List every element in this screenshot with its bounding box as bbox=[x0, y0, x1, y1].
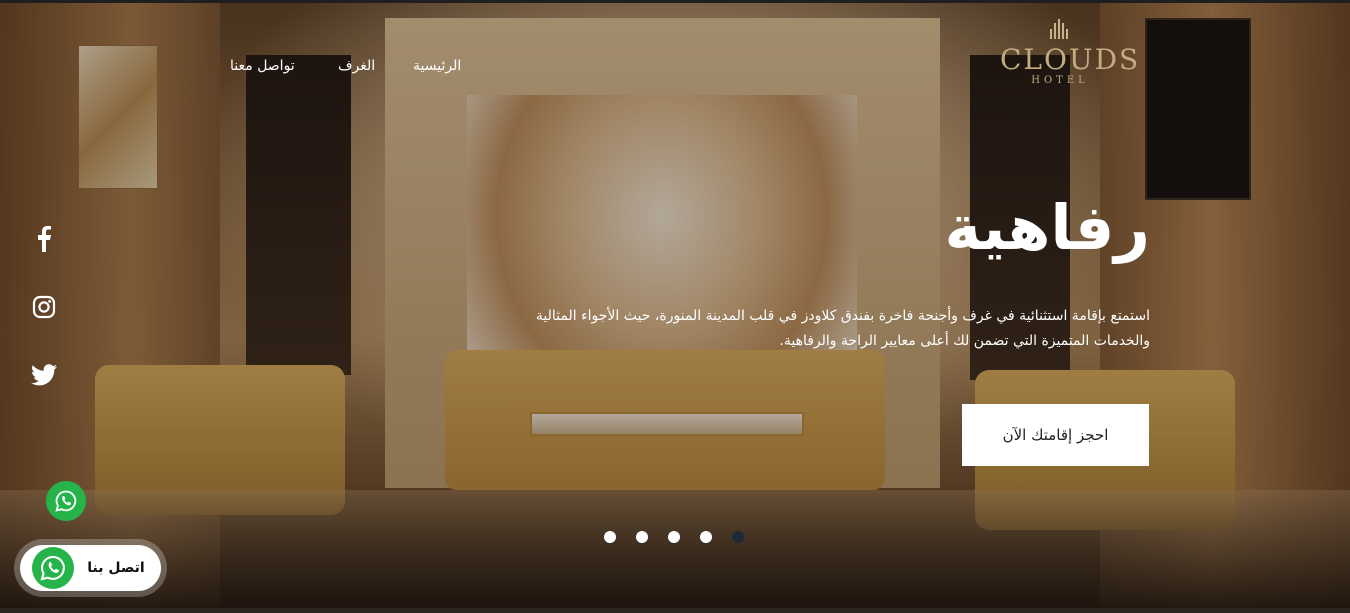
book-now-button[interactable]: احجز إقامتك الآن bbox=[962, 404, 1149, 466]
bottom-border bbox=[0, 608, 1350, 613]
hero-description: استمتع بإقامة استثنائية في غرف وأجنحة فا… bbox=[535, 308, 1150, 349]
hotel-logo[interactable]: CLOUDS HOTEL bbox=[1000, 19, 1141, 103]
contact-us-button[interactable]: اتصل بنا bbox=[20, 545, 161, 591]
logo-subtitle: HOTEL bbox=[1031, 75, 1089, 86]
nav-contact-link[interactable]: تواصل معنا bbox=[230, 58, 295, 74]
slider-dot-1[interactable] bbox=[604, 531, 616, 543]
twitter-icon[interactable] bbox=[26, 357, 62, 393]
whatsapp-icon bbox=[32, 547, 74, 589]
logo-wordmark: CLOUDS bbox=[1000, 43, 1141, 76]
main-nav: الرئيسية الغرف تواصل معنا bbox=[0, 58, 1350, 82]
slider-dot-5[interactable] bbox=[732, 531, 744, 543]
slider-dot-2[interactable] bbox=[636, 531, 648, 543]
whatsapp-icon[interactable] bbox=[46, 481, 86, 521]
contact-us-label: اتصل بنا bbox=[87, 560, 145, 576]
instagram-icon[interactable] bbox=[26, 289, 62, 325]
top-border bbox=[0, 0, 1350, 3]
logo-bars-icon bbox=[1049, 19, 1071, 41]
slider-pagination bbox=[604, 531, 750, 545]
facebook-icon[interactable] bbox=[26, 221, 62, 257]
hero-title: رفاهية bbox=[944, 191, 1150, 264]
nav-home-link[interactable]: الرئيسية bbox=[413, 58, 461, 74]
nav-rooms-link[interactable]: الغرف bbox=[338, 58, 375, 74]
slider-dot-3[interactable] bbox=[668, 531, 680, 543]
slider-dot-4[interactable] bbox=[700, 531, 712, 543]
